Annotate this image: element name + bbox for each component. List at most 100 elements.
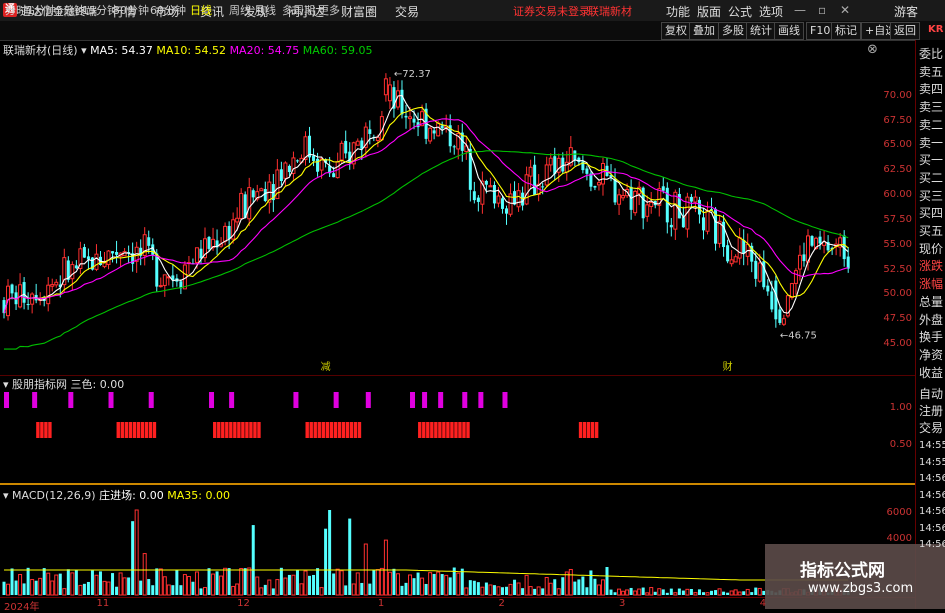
candle-body — [689, 196, 693, 202]
volume-bar — [733, 589, 738, 596]
candle-body — [54, 281, 59, 286]
volume-bar — [645, 592, 650, 596]
tab-8[interactable]: 月线 — [254, 2, 276, 18]
tab-6[interactable]: 日线 — [190, 2, 212, 18]
volume-bar — [283, 577, 288, 596]
candle-body — [789, 283, 794, 299]
tool-button-6[interactable]: 标记 — [831, 22, 861, 40]
volume-bar — [231, 585, 236, 596]
tool-button-8[interactable]: 返回 — [890, 22, 920, 40]
volume-bar — [613, 592, 617, 595]
candle-body — [766, 285, 770, 292]
red-signal-bar — [124, 422, 128, 438]
volume-bar — [392, 568, 396, 595]
volume-bar — [496, 586, 501, 596]
volume-bar — [379, 567, 384, 596]
quote-label: 涨幅 — [919, 277, 944, 292]
volume-bar — [705, 592, 710, 596]
volume-bar — [243, 568, 247, 595]
tool-button-0[interactable]: 复权 — [661, 22, 691, 40]
red-signal-bar — [357, 422, 362, 438]
volume-bar — [151, 585, 155, 595]
volume-bar — [548, 582, 553, 596]
red-signal-bar — [241, 422, 245, 438]
magenta-signal-bar — [108, 392, 114, 408]
menu-formula[interactable]: 公式 — [728, 3, 752, 20]
menu-layout[interactable]: 版面 — [697, 3, 721, 20]
magenta-signal-bar — [333, 392, 339, 408]
tool-button-2[interactable]: 多股 — [718, 22, 748, 40]
menu-function[interactable]: 功能 — [666, 3, 690, 20]
more-chevron-icon[interactable]: › — [370, 2, 374, 15]
tab-0[interactable]: 分时 — [5, 2, 27, 18]
volume-bar — [754, 587, 758, 595]
volume-bar — [717, 588, 722, 596]
tool-button-3[interactable]: 统计 — [746, 22, 776, 40]
candle-body — [263, 188, 267, 201]
restore-button[interactable]: ▫ — [818, 3, 826, 17]
stock-link[interactable]: 联瑞新材 — [588, 3, 632, 19]
volume-bar — [633, 590, 638, 596]
volume-bar — [18, 574, 23, 596]
candle-body — [239, 192, 244, 220]
indicator-chart[interactable] — [0, 375, 915, 483]
volume-bar — [488, 584, 493, 596]
volume-bar — [701, 592, 705, 595]
volume-bar — [468, 580, 472, 595]
candle-body — [596, 182, 601, 186]
volume-bar — [621, 590, 626, 596]
y-tick: 62.50 — [883, 164, 912, 176]
volume-ma-line — [4, 569, 849, 581]
candle-body — [279, 169, 283, 182]
volume-bar — [203, 587, 207, 596]
tab-1[interactable]: 1分钟 — [27, 2, 56, 18]
login-warning[interactable]: 证券交易未登录 — [513, 3, 590, 19]
minimize-button[interactable]: — — [794, 3, 806, 17]
quote-tab[interactable]: 自动 — [919, 385, 945, 402]
menu-options[interactable]: 选项 — [759, 3, 783, 20]
quote-tab[interactable]: 注册 — [919, 402, 945, 419]
kline-chart[interactable]: ←72.37 ←46.75 减 财 — [0, 40, 915, 375]
stock-code: KR — [928, 24, 944, 35]
volume-bar — [420, 577, 425, 596]
close-button[interactable]: ✕ — [840, 3, 850, 17]
volume-bar — [544, 576, 549, 596]
tab-10[interactable]: 更多 — [318, 2, 340, 18]
candle-body — [693, 196, 698, 203]
tab-5[interactable]: 60分钟 — [150, 2, 186, 18]
volume-bar — [513, 579, 517, 595]
volume-bar — [344, 585, 348, 595]
menu-trade[interactable]: 交易 — [395, 3, 419, 20]
candle-body — [428, 127, 433, 142]
candle-body — [500, 198, 504, 209]
volume-bar — [106, 581, 111, 596]
volume-bar — [368, 583, 372, 595]
quote-label: 卖四 — [919, 82, 944, 97]
volume-bar — [134, 509, 139, 596]
tab-4[interactable]: 30分钟 — [113, 2, 149, 18]
volume-bar — [42, 568, 46, 595]
volume-bar — [480, 586, 485, 596]
indicator-y-tick: 0.50 — [889, 439, 912, 450]
volume-bar — [432, 573, 436, 595]
red-signal-bar — [217, 422, 221, 438]
red-signal-bar — [438, 422, 442, 438]
volume-bar — [275, 579, 280, 596]
volume-bar — [404, 582, 408, 595]
tab-2[interactable]: 5分钟 — [56, 2, 85, 18]
magenta-signal-bar — [422, 392, 428, 408]
candle-body — [645, 204, 650, 217]
guest-label[interactable]: 游客 — [894, 3, 918, 20]
red-signal-bar — [426, 422, 430, 438]
candle-body — [492, 185, 496, 204]
tab-7[interactable]: 周线 — [229, 2, 251, 18]
tool-button-1[interactable]: 叠加 — [689, 22, 719, 40]
candle-body — [488, 185, 493, 188]
volume-bar — [521, 588, 525, 595]
quote-tab[interactable]: 交易 — [919, 419, 945, 436]
y-tick: 70.00 — [883, 89, 912, 101]
magenta-signal-bar — [502, 392, 508, 408]
tool-button-4[interactable]: 画线 — [774, 22, 804, 40]
tab-9[interactable]: 多周期 — [282, 2, 315, 18]
volume-bar — [726, 592, 730, 595]
